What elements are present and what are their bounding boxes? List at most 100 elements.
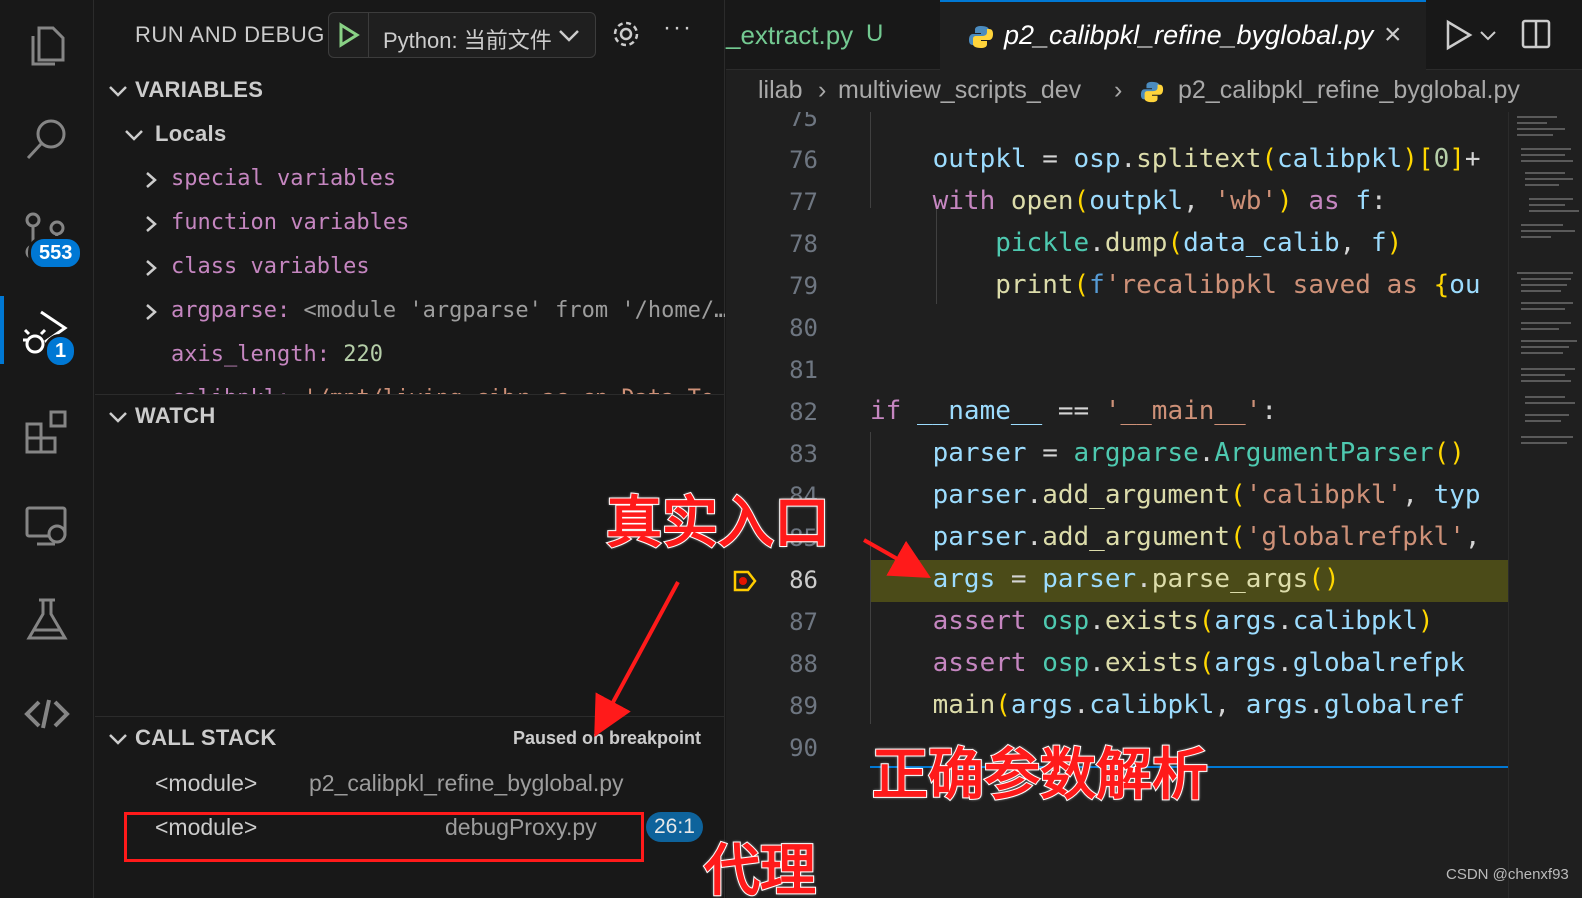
- chevron-right-icon: ›: [1114, 76, 1123, 104]
- run-debug-icon[interactable]: 1: [0, 290, 94, 370]
- variables-header: VARIABLES: [135, 77, 264, 102]
- locals-scope[interactable]: Locals: [95, 114, 725, 154]
- code-line: assert osp.exists(args.calibpkl): [932, 606, 1434, 636]
- remote-connection-icon[interactable]: [0, 674, 94, 754]
- variable-name: calibpkl:: [171, 386, 290, 394]
- tab-label: p2_calibpkl_refine_byglobal.py: [1004, 20, 1374, 50]
- chevron-right-icon: [146, 260, 157, 276]
- variables-section-header[interactable]: VARIABLES: [95, 70, 725, 110]
- tab-label: _extract.py: [726, 20, 854, 50]
- line-number: 87: [789, 608, 818, 636]
- watch-section-header[interactable]: WATCH: [95, 396, 725, 436]
- variable-value: '/mnt/liying.cibr.ac.cn_Data_To…: [290, 386, 725, 394]
- line-number: 78: [789, 230, 818, 258]
- debug-config-selector[interactable]: Python: 当前文件: [328, 12, 596, 58]
- sidebar-header: RUN AND DEBUG Python: 当前文件 ···: [95, 0, 725, 70]
- variable-row[interactable]: function variables: [95, 202, 725, 246]
- chevron-right-icon: [146, 172, 157, 188]
- more-actions-button[interactable]: ···: [663, 14, 693, 42]
- code-line: parser.add_argument('calibpkl', typ: [932, 480, 1481, 510]
- call-stack-section-header[interactable]: CALL STACK Paused on breakpoint: [95, 718, 725, 758]
- variable-row[interactable]: class variables: [95, 246, 725, 290]
- chevron-down-icon[interactable]: [1478, 26, 1498, 46]
- watermark: CSDN @chenxf93: [1446, 866, 1569, 883]
- breadcrumb-item[interactable]: p2_calibpkl_refine_byglobal.py: [1178, 76, 1520, 105]
- gear-icon[interactable]: [610, 18, 642, 50]
- frame-position-badge: 26:1: [646, 812, 703, 842]
- line-number: 81: [789, 356, 818, 384]
- code-line: parser = argparse.ArgumentParser(): [932, 438, 1465, 468]
- explorer-icon[interactable]: [0, 6, 94, 86]
- variable-name: special variables: [171, 166, 397, 191]
- code-line: print(f'recalibpkl saved as {ou: [995, 270, 1481, 300]
- call-stack-header: CALL STACK: [135, 725, 277, 750]
- run-file-icon[interactable]: [1444, 18, 1474, 52]
- debug-sidebar: RUN AND DEBUG Python: 当前文件 ··· VARIABLES…: [95, 0, 725, 898]
- testing-icon[interactable]: [0, 580, 94, 660]
- line-number: 75: [789, 112, 818, 132]
- code-line: pickle.dump(data_calib, f): [995, 228, 1403, 258]
- breakpoint-stopped-icon[interactable]: [732, 568, 758, 594]
- start-debugging-button[interactable]: [329, 13, 369, 57]
- activity-bar: 553 1: [0, 0, 94, 898]
- play-icon: [339, 22, 360, 48]
- line-number: 88: [789, 650, 818, 678]
- code-line: assert osp.exists(args.globalrefpk: [932, 648, 1465, 678]
- code-line: args = parser.parse_args(): [932, 564, 1340, 594]
- minimap[interactable]: [1508, 112, 1582, 898]
- chevron-down-icon[interactable]: [557, 23, 581, 47]
- search-icon[interactable]: [0, 100, 94, 180]
- code-line: if __name__ == '__main__':: [870, 396, 1278, 426]
- code-line: with open(outpkl, 'wb') as f:: [932, 186, 1387, 216]
- frame-name: <module>: [155, 770, 258, 796]
- extensions-icon[interactable]: [0, 392, 94, 472]
- code-line: outpkl = osp.splitext(calibpkl)[0]+: [932, 144, 1481, 174]
- sidebar-title: RUN AND DEBUG: [135, 22, 325, 47]
- chevron-down-icon: [109, 734, 127, 745]
- section-divider: [95, 394, 725, 395]
- close-icon[interactable]: ×: [1384, 18, 1402, 52]
- tab-active-file[interactable]: p2_calibpkl_refine_byglobal.py ×: [940, 0, 1426, 71]
- variable-row[interactable]: argparse: <module 'argparse' from '/home…: [95, 290, 725, 334]
- debug-config-label[interactable]: Python: 当前文件: [383, 23, 552, 55]
- proxy-highlight-box: [124, 812, 644, 862]
- variable-name: function variables: [171, 210, 410, 235]
- annotation-real-entry: 真实入口: [605, 490, 831, 557]
- debug-badge: 1: [44, 334, 78, 368]
- variable-row[interactable]: axis_length: 220: [95, 334, 725, 378]
- tab-untracked-badge: U: [866, 20, 884, 47]
- call-stack-frame[interactable]: <module> p2_calibpkl_refine_byglobal.py: [95, 762, 725, 806]
- code-line: main(args.calibpkl, args.globalref: [932, 690, 1465, 720]
- line-number: 80: [789, 314, 818, 342]
- annotation-proxy: 代理: [703, 838, 817, 898]
- code-line: parser.add_argument('globalrefpkl',: [932, 522, 1481, 552]
- breadcrumb-item[interactable]: lilab: [758, 76, 802, 105]
- chevron-right-icon: ›: [818, 76, 827, 104]
- editor-tabs: _extract.py U p2_calibpkl_refine_bygloba…: [726, 0, 1582, 71]
- line-number: 82: [789, 398, 818, 426]
- python-file-icon: [1140, 81, 1164, 103]
- chevron-down-icon: [109, 412, 127, 423]
- annotation-correct-parse: 正确参数解析: [871, 742, 1209, 809]
- variable-row[interactable]: calibpkl: '/mnt/liying.cibr.ac.cn_Data_T…: [95, 378, 725, 394]
- source-control-icon[interactable]: 553: [0, 196, 94, 276]
- source-control-badge: 553: [28, 236, 84, 270]
- tab-extract[interactable]: _extract.py U: [726, 0, 940, 70]
- line-number: 77: [789, 188, 818, 216]
- chevron-down-icon: [109, 86, 127, 97]
- variable-name: class variables: [171, 254, 370, 279]
- remote-explorer-icon[interactable]: [0, 486, 94, 566]
- breadcrumb: lilab › multiview_scripts_dev › p2_calib…: [726, 72, 1582, 112]
- section-divider: [95, 716, 725, 717]
- variable-value: <module 'argparse' from '/home/…: [290, 298, 725, 323]
- chevron-down-icon: [125, 130, 143, 141]
- paused-status: Paused on breakpoint: [512, 728, 701, 748]
- breadcrumb-item[interactable]: multiview_scripts_dev: [838, 76, 1081, 105]
- line-number: 83: [789, 440, 818, 468]
- variable-name: axis_length:: [171, 342, 330, 367]
- split-editor-icon[interactable]: [1520, 18, 1552, 50]
- locals-label: Locals: [155, 121, 227, 146]
- variable-row[interactable]: special variables: [95, 158, 725, 202]
- variable-name: argparse:: [171, 298, 291, 323]
- line-number: 79: [789, 272, 818, 300]
